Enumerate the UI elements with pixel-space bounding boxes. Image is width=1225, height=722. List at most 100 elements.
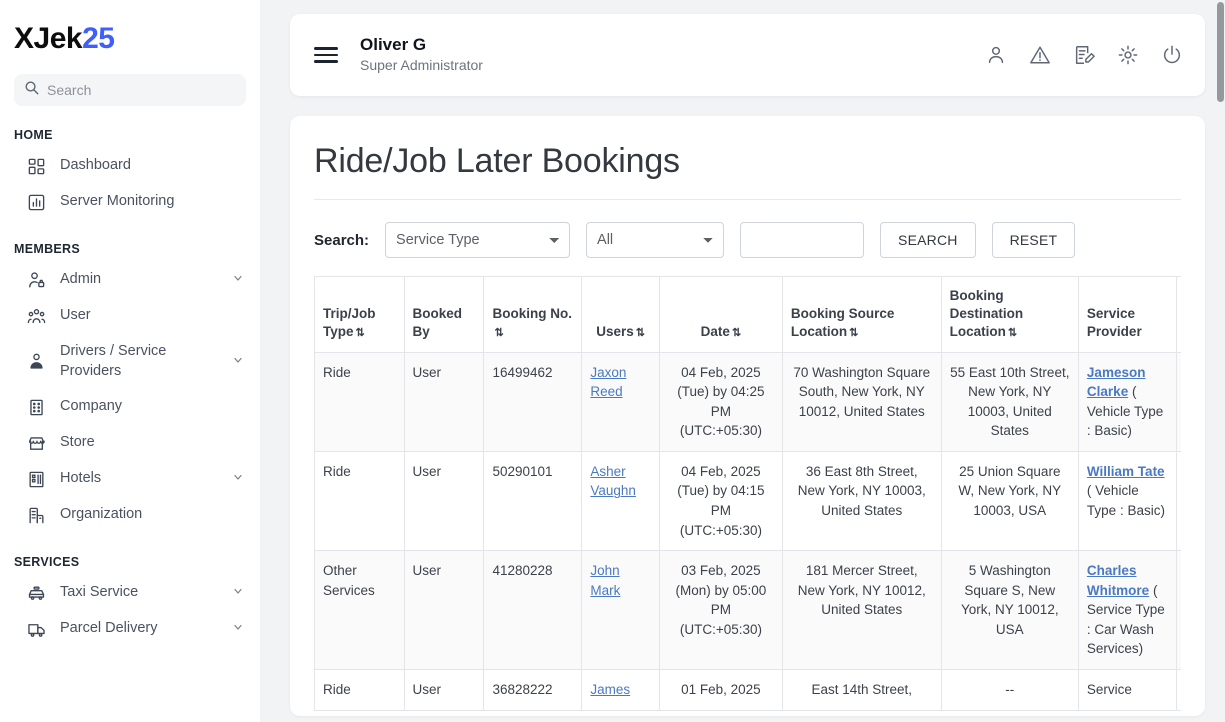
date-value: 01 Feb, 2025	[681, 682, 761, 697]
user-cell: Asher Vaughn	[582, 451, 660, 550]
sort-icon[interactable]: ⇅	[356, 326, 365, 341]
sidebar-item-store[interactable]: Store	[0, 425, 260, 461]
booked-by-cell: User	[404, 551, 484, 670]
hotel-building-icon	[26, 469, 46, 489]
user-block: Oliver G Super Administrator	[360, 34, 483, 76]
column-header[interactable]: Booking Destination Location⇅	[941, 277, 1078, 353]
user-link[interactable]: John Mark	[590, 563, 620, 598]
page-scrollbar-thumb[interactable]	[1217, 2, 1224, 102]
table-row: RideUser16499462Jaxon Reed04 Feb, 2025 (…	[315, 352, 1182, 451]
brand-suffix: 25	[82, 22, 114, 55]
service-type-select[interactable]: Service Type	[385, 222, 570, 258]
sidebar-item-parcel-delivery[interactable]: Parcel Delivery	[0, 611, 260, 647]
sidebar-item-label: Admin	[60, 270, 218, 290]
hamburger-menu-icon[interactable]	[314, 43, 338, 67]
parcel-truck-icon	[26, 619, 46, 639]
sidebar-item-organization[interactable]: Organization	[0, 497, 260, 533]
profile-icon[interactable]	[985, 44, 1007, 66]
booking-no-cell: 36828222	[484, 669, 582, 710]
table-scroll-container[interactable]: Trip/Job Type⇅Booked ByBooking No.⇅Users…	[314, 276, 1181, 711]
search-icon	[24, 80, 39, 100]
sidebar-item-label: Organization	[60, 505, 244, 525]
user-cell: Jaxon Reed	[582, 352, 660, 451]
sort-icon[interactable]: ⇅	[732, 326, 741, 341]
sidebar-item-user[interactable]: User	[0, 298, 260, 334]
brand-logo[interactable]: XJek25	[0, 0, 260, 54]
column-header[interactable]: Trip/Job Type⇅	[315, 277, 405, 353]
destination-location-value: 55 East 10th Street, New York, NY 10003,…	[950, 365, 1069, 439]
booked-by-cell: User	[404, 451, 484, 550]
column-header[interactable]: Date⇅	[659, 277, 782, 353]
trip-details-cell: ---	[1176, 451, 1181, 550]
chevron-down-icon[interactable]	[232, 272, 244, 288]
column-header[interactable]: Users⇅	[582, 277, 660, 353]
sidebar-nav: HOMEDashboardServer MonitoringMEMBERSAdm…	[0, 106, 260, 647]
sidebar-search[interactable]	[14, 74, 246, 106]
sidebar-item-label: Parcel Delivery	[60, 619, 218, 639]
store-front-icon	[26, 433, 46, 453]
booking-no-value: 16499462	[492, 365, 552, 380]
edit-document-icon[interactable]	[1073, 44, 1095, 66]
destination-location-value: 5 Washington Square S, New York, NY 1001…	[961, 563, 1059, 637]
sidebar: XJek25 HOMEDashboardServer MonitoringMEM…	[0, 0, 260, 722]
search-button[interactable]: SEARCH	[880, 222, 976, 258]
user-link[interactable]: Jaxon Reed	[590, 365, 626, 400]
user-link[interactable]: Asher Vaughn	[590, 464, 636, 499]
sidebar-section-title: SERVICES	[0, 533, 260, 575]
table-body: RideUser16499462Jaxon Reed04 Feb, 2025 (…	[315, 352, 1182, 710]
sort-icon[interactable]: ⇅	[494, 326, 503, 341]
source-location-cell: 70 Washington Square South, New York, NY…	[782, 352, 941, 451]
user-cell: James	[582, 669, 660, 710]
company-building-icon	[26, 397, 46, 417]
keyword-input[interactable]	[740, 222, 864, 258]
service-provider-link[interactable]: William Tate	[1087, 464, 1165, 479]
search-label: Search:	[314, 232, 369, 249]
destination-location-cell: 5 Washington Square S, New York, NY 1001…	[941, 551, 1078, 670]
sidebar-item-hotels[interactable]: Hotels	[0, 461, 260, 497]
chevron-down-icon[interactable]	[232, 621, 244, 637]
service-provider-link[interactable]: Jameson Clarke	[1087, 365, 1146, 400]
source-location-value: East 14th Street,	[811, 682, 912, 697]
sort-icon[interactable]: ⇅	[636, 326, 645, 341]
booked-by-value: User	[413, 563, 442, 578]
bar-chart-icon	[26, 192, 46, 212]
sidebar-item-label: Taxi Service	[60, 583, 218, 603]
sidebar-item-server-monitoring[interactable]: Server Monitoring	[0, 184, 260, 220]
warning-triangle-icon[interactable]	[1029, 44, 1051, 66]
column-header[interactable]: Booking Source Location⇅	[782, 277, 941, 353]
sidebar-item-taxi-service[interactable]: Taxi Service	[0, 575, 260, 611]
service-provider-cell: William Tate ( Vehicle Type : Basic)	[1078, 451, 1176, 550]
date-value: 04 Feb, 2025 (Tue) by 04:25 PM (UTC:+05:…	[677, 365, 764, 439]
chevron-down-icon[interactable]	[232, 471, 244, 487]
sidebar-item-admin[interactable]: Admin	[0, 262, 260, 298]
source-location-value: 181 Mercer Street, New York, NY 10012, U…	[798, 563, 926, 617]
column-header[interactable]: Booking No.⇅	[484, 277, 582, 353]
sort-icon[interactable]: ⇅	[849, 326, 858, 341]
sort-icon[interactable]: ⇅	[1008, 326, 1017, 341]
chevron-down-icon[interactable]	[232, 585, 244, 601]
user-link[interactable]: James	[590, 682, 630, 697]
page-scrollbar[interactable]	[1217, 0, 1225, 722]
sidebar-item-label: User	[60, 306, 244, 326]
dashboard-grid-icon	[26, 156, 46, 176]
service-provider-cell: Jameson Clarke ( Vehicle Type : Basic)	[1078, 352, 1176, 451]
booked-by-cell: User	[404, 352, 484, 451]
search-input[interactable]	[47, 82, 236, 98]
sidebar-item-drivers-service-providers[interactable]: Drivers / Service Providers	[0, 334, 260, 389]
service-provider-link[interactable]: Charles Whitmore	[1087, 563, 1149, 598]
chevron-down-icon[interactable]	[232, 354, 244, 370]
power-icon[interactable]	[1161, 44, 1183, 66]
sidebar-item-dashboard[interactable]: Dashboard	[0, 148, 260, 184]
trip-type-value: Other Services	[323, 563, 375, 598]
sidebar-item-company[interactable]: Company	[0, 389, 260, 425]
reset-button[interactable]: RESET	[992, 222, 1076, 258]
column-header: Booked By	[404, 277, 484, 353]
date-cell: 03 Feb, 2025 (Mon) by 05:00 PM (UTC:+05:…	[659, 551, 782, 670]
column-header-label: Trip/Job Type	[323, 306, 376, 339]
booked-by-value: User	[413, 682, 442, 697]
gear-icon[interactable]	[1117, 44, 1139, 66]
table-row: RideUser36828222James01 Feb, 2025East 14…	[315, 669, 1182, 710]
status-select[interactable]: All	[586, 222, 724, 258]
destination-location-value: --	[1005, 682, 1014, 697]
table-row: RideUser50290101Asher Vaughn04 Feb, 2025…	[315, 451, 1182, 550]
